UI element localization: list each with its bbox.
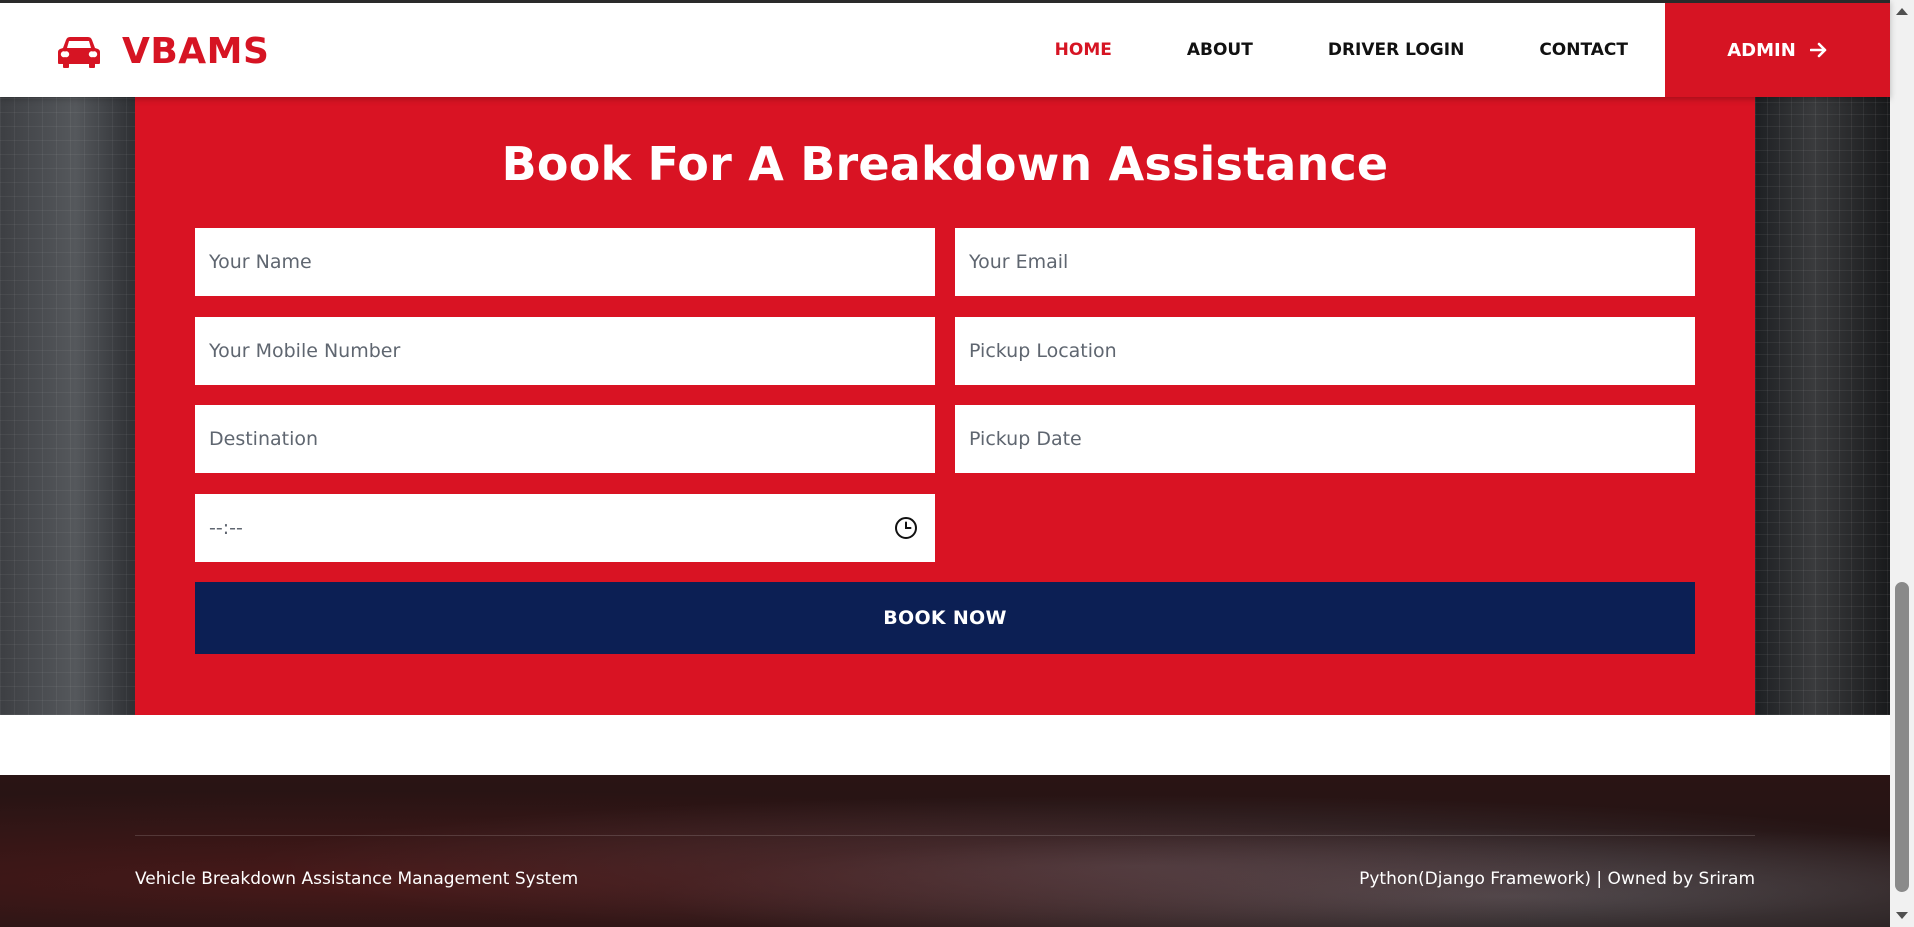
scroll-down-arrow-icon[interactable] — [1896, 912, 1908, 919]
pickup-date-input[interactable] — [955, 405, 1695, 473]
name-input[interactable] — [195, 228, 935, 296]
scrollbar-thumb[interactable] — [1895, 582, 1909, 892]
top-navbar: VBAMS HOME ABOUT DRIVER LOGIN CONTACT AD… — [0, 0, 1890, 97]
nav-driver-login-link[interactable]: DRIVER LOGIN — [1328, 40, 1465, 60]
email-input[interactable] — [955, 228, 1695, 296]
destination-input[interactable] — [195, 405, 935, 473]
footer-credits: Python(Django Framework) | Owned by Srir… — [1359, 869, 1755, 889]
admin-button[interactable]: ADMIN — [1665, 3, 1890, 97]
pickup-time-input[interactable]: --:-- — [195, 494, 935, 562]
booking-title: Book For A Breakdown Assistance — [501, 137, 1389, 191]
clock-icon[interactable] — [894, 516, 918, 540]
mobile-number-input[interactable] — [195, 317, 935, 385]
nav-home-link[interactable]: HOME — [1055, 40, 1112, 60]
book-now-button[interactable]: BOOK NOW — [195, 582, 1695, 654]
arrow-right-icon — [1809, 42, 1827, 58]
car-icon — [58, 36, 100, 68]
footer-divider — [135, 835, 1755, 836]
footer: Vehicle Breakdown Assistance Management … — [0, 775, 1890, 927]
nav-contact-link[interactable]: CONTACT — [1539, 40, 1628, 60]
main-nav: HOME ABOUT DRIVER LOGIN CONTACT ADMIN — [1055, 3, 1890, 97]
nav-about-link[interactable]: ABOUT — [1187, 40, 1253, 60]
scroll-up-arrow-icon[interactable] — [1896, 8, 1908, 15]
admin-button-label: ADMIN — [1727, 39, 1796, 61]
brand-name: VBAMS — [122, 31, 270, 72]
booking-form-panel: Book For A Breakdown Assistance --:-- BO… — [135, 97, 1755, 715]
footer-system-name: Vehicle Breakdown Assistance Management … — [135, 869, 579, 889]
section-separator — [0, 715, 1890, 775]
time-input-value: --:-- — [209, 517, 243, 539]
brand-logo[interactable]: VBAMS — [58, 31, 269, 72]
pickup-location-input[interactable] — [955, 317, 1695, 385]
page-scrollbar[interactable] — [1890, 0, 1914, 927]
